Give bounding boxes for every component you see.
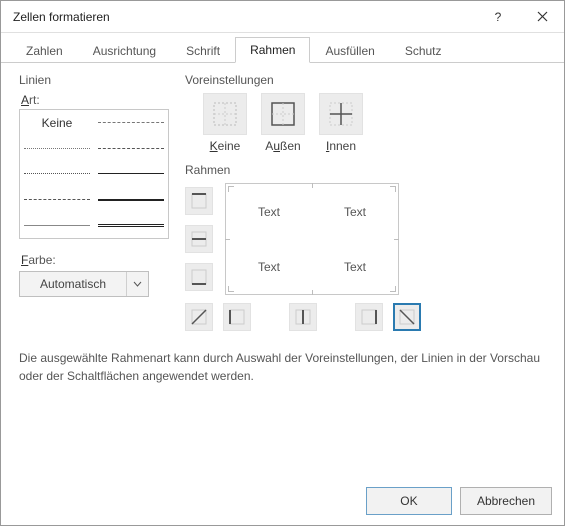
help-icon: ? bbox=[495, 10, 502, 24]
close-icon bbox=[537, 11, 548, 22]
line-style-item[interactable] bbox=[20, 212, 94, 238]
farbe-combo[interactable]: Automatisch bbox=[19, 271, 149, 297]
border-bottom-icon bbox=[190, 268, 208, 286]
preset-inner-label: Innen bbox=[326, 139, 356, 153]
border-right-button[interactable] bbox=[355, 303, 383, 331]
art-label: Art: bbox=[21, 93, 169, 107]
border-left-icon bbox=[228, 308, 246, 326]
close-button[interactable] bbox=[520, 1, 564, 33]
border-diag-up-button[interactable] bbox=[185, 303, 213, 331]
border-hmid-button[interactable] bbox=[185, 225, 213, 253]
preset-outer-button[interactable] bbox=[261, 93, 305, 135]
preset-inner-icon bbox=[328, 101, 354, 127]
linien-title: Linien bbox=[19, 73, 169, 87]
tab-ausrichtung[interactable]: Ausrichtung bbox=[78, 38, 171, 63]
help-text: Die ausgewählte Rahmenart kann durch Aus… bbox=[19, 349, 546, 385]
tab-ausfuellen[interactable]: Ausfüllen bbox=[310, 38, 389, 63]
line-style-item[interactable] bbox=[94, 212, 168, 238]
preview-cell: Text bbox=[312, 184, 398, 239]
border-top-icon bbox=[190, 192, 208, 210]
farbe-label: Farbe: bbox=[21, 253, 169, 267]
line-style-item[interactable] bbox=[94, 187, 168, 213]
voreinstellungen-title: Voreinstellungen bbox=[185, 73, 546, 87]
border-vmid-button[interactable] bbox=[289, 303, 317, 331]
preset-inner-button[interactable] bbox=[319, 93, 363, 135]
line-style-item[interactable] bbox=[20, 136, 94, 162]
line-style-item[interactable] bbox=[20, 187, 94, 213]
border-diag-down-button[interactable] bbox=[393, 303, 421, 331]
tab-schutz[interactable]: Schutz bbox=[390, 38, 457, 63]
preset-none-button[interactable] bbox=[203, 93, 247, 135]
preset-none-label: Keine bbox=[210, 139, 241, 153]
preview-cell: Text bbox=[226, 184, 312, 239]
farbe-value: Automatisch bbox=[20, 272, 126, 296]
cancel-button[interactable]: Abbrechen bbox=[460, 487, 552, 515]
titlebar: Zellen formatieren ? bbox=[1, 1, 564, 33]
ok-button[interactable]: OK bbox=[366, 487, 452, 515]
border-left-button[interactable] bbox=[223, 303, 251, 331]
content-area: Linien Art: Keine Farbe: Automatisch bbox=[1, 63, 564, 477]
border-top-button[interactable] bbox=[185, 187, 213, 215]
border-vmid-icon bbox=[294, 308, 312, 326]
border-diag-up-icon bbox=[190, 308, 208, 326]
line-style-item[interactable] bbox=[94, 136, 168, 162]
preview-cell: Text bbox=[226, 239, 312, 294]
border-hmid-icon bbox=[190, 230, 208, 248]
tab-rahmen[interactable]: Rahmen bbox=[235, 37, 310, 63]
border-bottom-button[interactable] bbox=[185, 263, 213, 291]
line-style-item[interactable] bbox=[94, 110, 168, 136]
preview-cell: Text bbox=[312, 239, 398, 294]
linien-group: Linien Art: Keine Farbe: Automatisch bbox=[19, 73, 169, 331]
rahmen-title: Rahmen bbox=[185, 163, 546, 177]
line-style-item[interactable] bbox=[20, 161, 94, 187]
farbe-dropdown-arrow[interactable] bbox=[126, 272, 148, 296]
preset-outer-icon bbox=[270, 101, 296, 127]
border-diag-down-icon bbox=[398, 308, 416, 326]
tab-zahlen[interactable]: Zahlen bbox=[11, 38, 78, 63]
border-preview[interactable]: Text Text Text Text bbox=[225, 183, 399, 295]
preset-none-icon bbox=[212, 101, 238, 127]
dialog-footer: OK Abbrechen bbox=[1, 477, 564, 525]
help-button[interactable]: ? bbox=[476, 1, 520, 33]
border-right-icon bbox=[360, 308, 378, 326]
chevron-down-icon bbox=[133, 281, 142, 287]
line-style-none[interactable]: Keine bbox=[20, 110, 94, 136]
tab-bar: Zahlen Ausrichtung Schrift Rahmen Ausfül… bbox=[1, 33, 564, 63]
line-style-list[interactable]: Keine bbox=[19, 109, 169, 239]
preset-outer-label: Außen bbox=[265, 139, 300, 153]
window-title: Zellen formatieren bbox=[13, 10, 476, 24]
line-style-item[interactable] bbox=[94, 161, 168, 187]
tab-schrift[interactable]: Schrift bbox=[171, 38, 235, 63]
